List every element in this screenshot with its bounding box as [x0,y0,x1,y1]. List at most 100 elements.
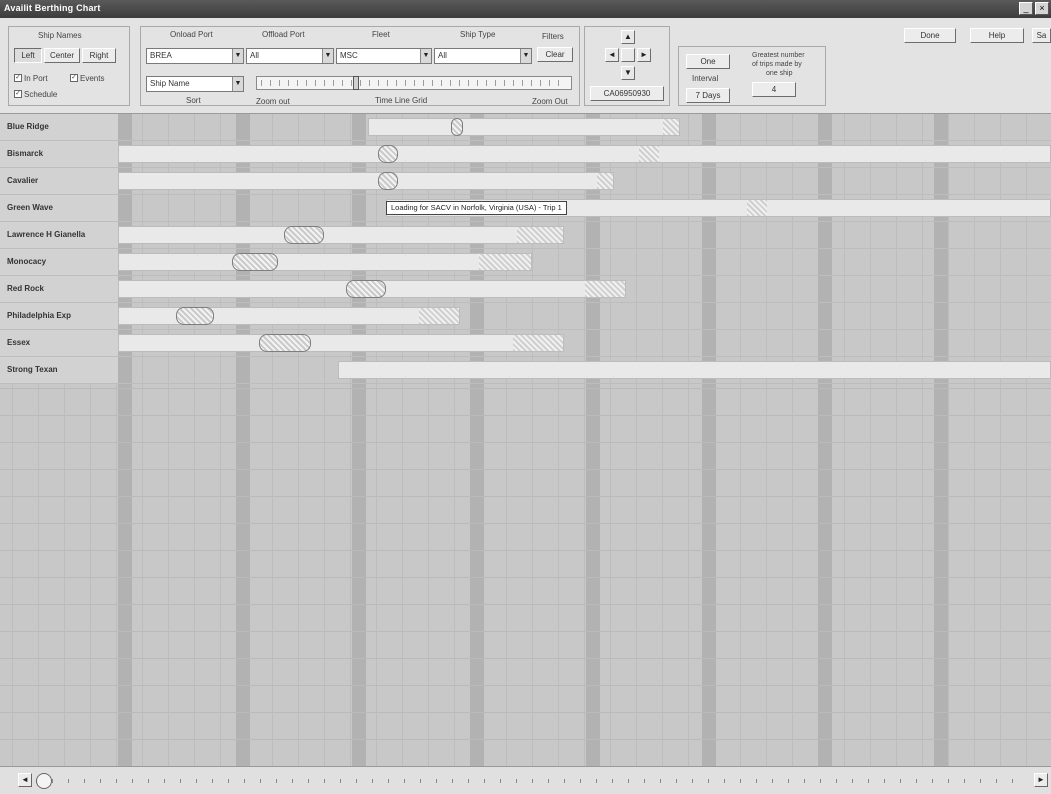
onload-port-select[interactable]: BREA ▼ [146,48,244,64]
ship-row[interactable]: Strong Texan [0,357,1051,384]
filters-label: Filters [542,32,564,41]
chevron-down-icon: ▼ [420,49,431,63]
onload-port-value: BREA [150,51,172,60]
schedule-bar[interactable] [118,172,614,190]
chevron-down-icon: ▼ [232,49,243,63]
schedule-bar[interactable] [338,361,1051,379]
onload-port-label: Onload Port [170,30,213,39]
ship-row[interactable]: Monocacy [0,249,1051,276]
align-left-button[interactable]: Left [14,48,42,63]
in-port-label: In Port [24,74,48,83]
slider-ticks [261,80,567,86]
greatest-label-line3: one ship [766,70,793,77]
ship-name: Philadelphia Exp [0,303,118,329]
event-marker[interactable] [378,172,398,190]
schedule-bar[interactable] [118,145,1051,163]
ship-name: Lawrence H Gianella [0,222,118,248]
offload-port-label: Offload Port [262,30,305,39]
bar-hatch [585,281,625,297]
arrow-up-icon[interactable]: ▲ [621,30,635,44]
ship-row[interactable]: Cavalier [0,168,1051,195]
align-right-button[interactable]: Right [82,48,116,63]
scroll-left-icon[interactable]: ◄ [18,773,32,787]
ship-row[interactable]: Blue Ridge [0,114,1051,141]
sort-select[interactable]: Ship Name ▼ [146,76,244,92]
bar-hatch [517,227,563,243]
event-marker[interactable] [284,226,324,244]
zoom-in-label: Zoom Out [532,97,568,106]
bar-hatch [597,173,613,189]
schedule-checkbox[interactable]: ✓ Schedule [14,89,58,99]
bar-hatch [639,146,659,162]
events-label: Events [80,74,105,83]
ship-type-label: Ship Type [460,30,496,39]
berthing-chart-window: Availit Berthing Chart _ × Ship Names Le… [0,0,1051,794]
time-line-grid-label: Time Line Grid [375,96,428,105]
window-title: Availit Berthing Chart [4,3,101,13]
schedule-bar[interactable] [118,226,564,244]
schedule-bar[interactable] [368,118,680,136]
interval-label: Interval [692,74,719,83]
events-checkbox[interactable]: ✓ Events [70,73,105,83]
in-port-checkbox[interactable]: ✓ In Port [14,73,48,83]
schedule-bar[interactable] [118,334,564,352]
event-marker[interactable] [451,118,463,136]
sort-label: Sort [186,96,201,105]
slider-thumb[interactable] [353,76,359,90]
fleet-select[interactable]: MSC ▼ [336,48,432,64]
align-center-button[interactable]: Center [44,48,80,63]
ship-name: Monocacy [0,249,118,275]
ship-name: Red Rock [0,276,118,302]
done-button[interactable]: Done [904,28,956,43]
offload-port-select[interactable]: All ▼ [246,48,334,64]
arrow-left-icon[interactable]: ◄ [605,48,619,62]
event-marker[interactable] [346,280,386,298]
ship-name: Blue Ridge [0,114,118,140]
arrow-down-icon[interactable]: ▼ [621,66,635,80]
help-button[interactable]: Help [970,28,1024,43]
events-checkbox-box: ✓ [70,73,78,82]
greatest-label-line1: Greatest number [752,52,805,59]
ship-name: Green Wave [0,195,118,221]
ship-row[interactable]: Philadelphia Exp [0,303,1051,330]
horizontal-scrollbar[interactable]: ◄ ► [0,766,1051,794]
close-button[interactable]: × [1035,2,1049,15]
event-marker[interactable] [232,253,278,271]
ship-name: Bismarck [0,141,118,167]
interval-select[interactable]: One [686,54,730,69]
fleet-label: Fleet [372,30,390,39]
schedule-bar[interactable] [118,253,532,271]
ship-row[interactable]: Red Rock [0,276,1051,303]
filters-clear-button[interactable]: Clear [537,47,573,62]
event-tooltip: Loading for SACV in Norfolk, Virginia (U… [386,201,567,215]
in-port-checkbox-box: ✓ [14,73,22,82]
scroll-right-icon[interactable]: ► [1034,773,1048,787]
event-marker[interactable] [378,145,398,163]
time-line-grid-slider[interactable] [256,76,572,90]
scrollbar-thumb[interactable] [36,773,52,789]
schedule-bar[interactable] [118,307,460,325]
event-marker[interactable] [259,334,311,352]
ship-row[interactable]: Green Wave Loading for SACV in Norfolk, … [0,195,1051,222]
minimize-button[interactable]: _ [1019,2,1033,15]
ship-row[interactable]: Lawrence H Gianella [0,222,1051,249]
ship-row[interactable]: Bismarck [0,141,1051,168]
ship-name: Cavalier [0,168,118,194]
interval-unit-button[interactable]: 7 Days [686,88,730,103]
fleet-value: MSC [340,51,358,60]
greatest-trips-value: 4 [752,82,796,97]
ship-type-select[interactable]: All ▼ [434,48,532,64]
center-button[interactable] [621,48,635,62]
bar-hatch [479,254,531,270]
bar-hatch [663,119,679,135]
toolbar: Ship Names Left Center Right ✓ In Port ✓ E… [0,18,1051,114]
schedule-label: Schedule [24,90,58,99]
ship-names-label: Ship Names [38,31,82,40]
event-marker[interactable] [176,307,214,325]
extra-button[interactable]: Sa [1032,28,1051,43]
sort-value: Ship Name [150,79,190,88]
ship-name: Strong Texan [0,357,118,383]
arrow-right-icon[interactable]: ► [637,48,651,62]
ship-row[interactable]: Essex [0,330,1051,357]
scrollbar-track[interactable] [36,776,1028,786]
